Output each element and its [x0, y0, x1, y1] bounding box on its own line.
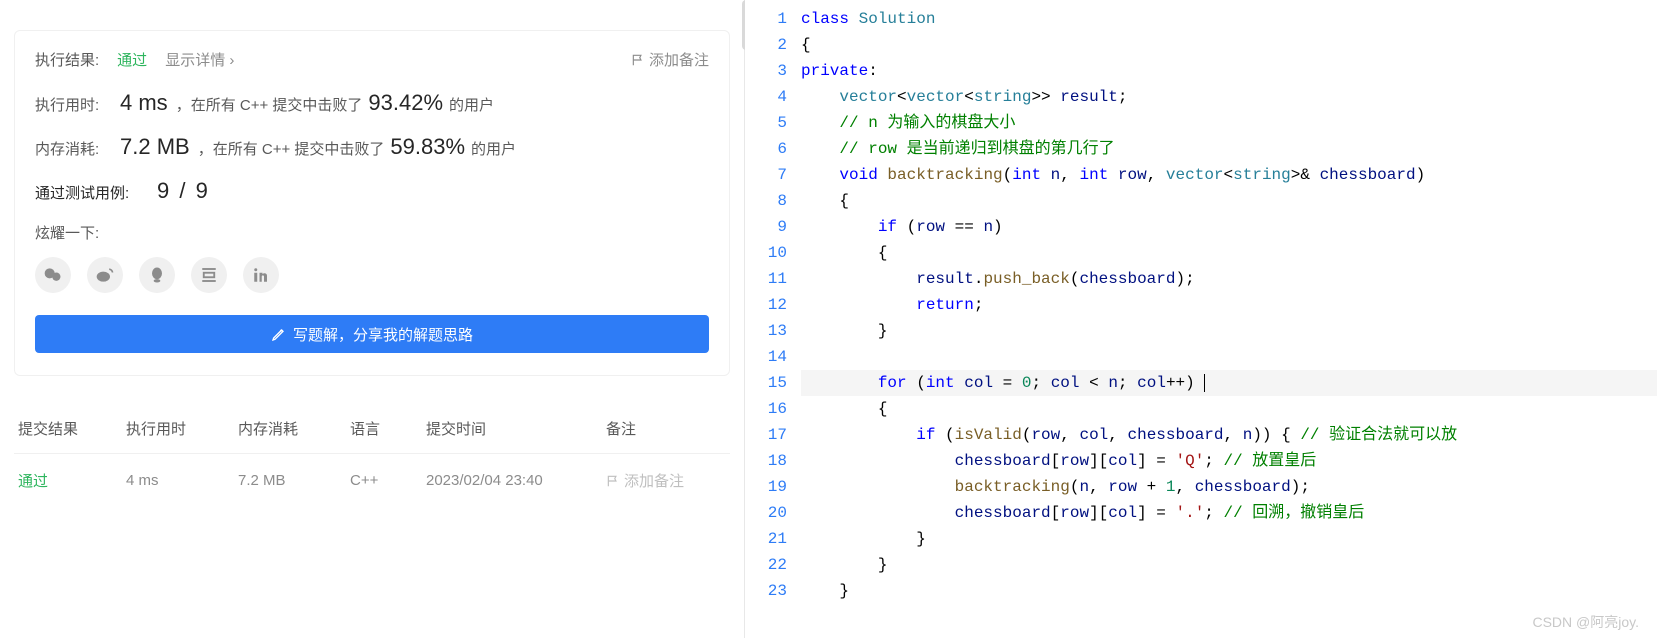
memory-label: 内存消耗: — [35, 138, 120, 159]
td-lang: C++ — [350, 472, 426, 489]
code-line[interactable]: chessboard[row][col] = '.'; // 回溯，撤销皇后 — [801, 500, 1657, 526]
share-label: 炫耀一下: — [35, 222, 709, 243]
code-line[interactable]: private: — [801, 58, 1657, 84]
show-detail-link[interactable]: 显示详情 › — [165, 49, 234, 70]
code-line[interactable] — [801, 344, 1657, 370]
testcases-row: 通过测试用例: 9 / 9 — [35, 178, 709, 204]
runtime-suffix: 的用户 — [449, 94, 494, 115]
code-editor[interactable]: 1234567891011121314151617181920212223 cl… — [745, 0, 1657, 638]
pencil-icon — [271, 326, 287, 342]
td-result: 通过 — [18, 470, 126, 491]
th-result: 提交结果 — [18, 418, 126, 439]
write-solution-button[interactable]: 写题解，分享我的解题思路 — [35, 315, 709, 353]
td-note-label: 添加备注 — [624, 470, 684, 491]
write-solution-label: 写题解，分享我的解题思路 — [293, 324, 473, 345]
watermark: CSDN @阿亮joy. — [1532, 612, 1639, 632]
testcases-value: 9 / 9 — [157, 178, 210, 204]
code-line[interactable]: backtracking(n, row + 1, chessboard); — [801, 474, 1657, 500]
line-gutter: 1234567891011121314151617181920212223 — [745, 6, 801, 604]
weibo-icon[interactable] — [87, 257, 123, 293]
code-line[interactable]: { — [801, 240, 1657, 266]
qq-icon[interactable] — [139, 257, 175, 293]
wechat-icon[interactable] — [35, 257, 71, 293]
result-label: 执行结果: — [35, 49, 99, 70]
code-line[interactable]: void backtracking(int n, int row, vector… — [801, 162, 1657, 188]
code-line[interactable]: if (row == n) — [801, 214, 1657, 240]
memory-value: 7.2 MB — [120, 134, 190, 160]
th-time: 执行用时 — [126, 418, 238, 439]
code-line[interactable]: chessboard[row][col] = 'Q'; // 放置皇后 — [801, 448, 1657, 474]
code-line[interactable]: } — [801, 526, 1657, 552]
code-line[interactable]: { — [801, 396, 1657, 422]
td-date: 2023/02/04 23:40 — [426, 472, 606, 489]
memory-suffix: 的用户 — [471, 138, 516, 159]
code-line[interactable]: result.push_back(chessboard); — [801, 266, 1657, 292]
td-mem: 7.2 MB — [238, 472, 350, 489]
th-date: 提交时间 — [426, 418, 606, 439]
table-header: 提交结果 执行用时 内存消耗 语言 提交时间 备注 — [14, 404, 730, 454]
memory-pct: 59.83% — [390, 134, 465, 160]
result-status: 通过 — [117, 49, 147, 70]
share-icons — [35, 257, 709, 293]
flag-icon — [631, 53, 645, 67]
code-line[interactable]: class Solution — [801, 6, 1657, 32]
code-line[interactable]: { — [801, 188, 1657, 214]
runtime-value: 4 ms — [120, 90, 168, 116]
memory-row: 内存消耗: 7.2 MB ，在所有 C++ 提交中击败了 59.83% 的用户 — [35, 134, 709, 160]
runtime-row: 执行用时: 4 ms ，在所有 C++ 提交中击败了 93.42% 的用户 — [35, 90, 709, 116]
flag-icon — [606, 474, 620, 488]
memory-prefix: ，在所有 C++ 提交中击败了 — [198, 138, 385, 159]
code-line[interactable]: { — [801, 32, 1657, 58]
code-line[interactable]: // row 是当前递归到棋盘的第几行了 — [801, 136, 1657, 162]
td-time: 4 ms — [126, 472, 238, 489]
td-note[interactable]: 添加备注 — [606, 470, 726, 491]
linkedin-icon[interactable] — [243, 257, 279, 293]
code-area[interactable]: class Solution{private: vector<vector<st… — [801, 6, 1657, 604]
douban-icon[interactable] — [191, 257, 227, 293]
code-line[interactable]: for (int col = 0; col < n; col++) — [801, 370, 1657, 396]
table-row[interactable]: 通过 4 ms 7.2 MB C++ 2023/02/04 23:40 添加备注 — [14, 454, 730, 507]
runtime-prefix: ，在所有 C++ 提交中击败了 — [176, 94, 363, 115]
code-line[interactable]: // n 为输入的棋盘大小 — [801, 110, 1657, 136]
runtime-label: 执行用时: — [35, 94, 120, 115]
code-line[interactable]: } — [801, 318, 1657, 344]
code-line[interactable]: } — [801, 552, 1657, 578]
th-lang: 语言 — [350, 418, 426, 439]
results-panel: 执行结果: 通过 显示详情 › 添加备注 执行用时: 4 ms ，在所有 C++… — [0, 0, 745, 638]
code-line[interactable]: vector<vector<string>> result; — [801, 84, 1657, 110]
th-note: 备注 — [606, 418, 726, 439]
result-card: 执行结果: 通过 显示详情 › 添加备注 执行用时: 4 ms ，在所有 C++… — [14, 30, 730, 376]
code-line[interactable]: return; — [801, 292, 1657, 318]
code-line[interactable]: } — [801, 578, 1657, 604]
runtime-pct: 93.42% — [368, 90, 443, 116]
th-mem: 内存消耗 — [238, 418, 350, 439]
submissions-table: 提交结果 执行用时 内存消耗 语言 提交时间 备注 通过 4 ms 7.2 MB… — [14, 404, 730, 507]
result-header: 执行结果: 通过 显示详情 › 添加备注 — [35, 49, 709, 70]
code-line[interactable]: if (isValid(row, col, chessboard, n)) { … — [801, 422, 1657, 448]
testcases-label: 通过测试用例: — [35, 182, 145, 203]
add-note-button[interactable]: 添加备注 — [631, 49, 709, 70]
add-note-label: 添加备注 — [649, 49, 709, 70]
